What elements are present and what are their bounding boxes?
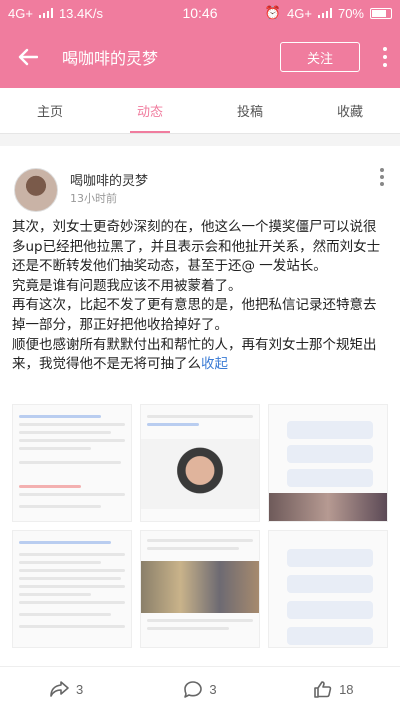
tab-submissions[interactable]: 投稿 <box>200 88 300 133</box>
more-options-icon[interactable] <box>370 47 400 67</box>
comment-count: 3 <box>209 681 217 697</box>
avatar[interactable] <box>14 168 58 212</box>
clock: 10:46 <box>182 5 218 21</box>
image-grid <box>12 404 388 648</box>
share-button[interactable]: 3 <box>0 667 133 711</box>
like-count: 18 <box>339 681 354 697</box>
post-image-2[interactable] <box>140 404 260 522</box>
follow-button[interactable]: 关注 <box>280 42 360 72</box>
post-paragraph: 究竟是谁有问题我应该不用被蒙着了。 <box>12 277 242 294</box>
share-count: 3 <box>76 681 84 697</box>
post-body: 其次，刘女士更奇妙深刻的在，他这么一个摸奖僵尸可以说很多up已经把他拉黑了，并且… <box>12 218 388 375</box>
tab-home[interactable]: 主页 <box>0 88 100 133</box>
action-bar: 3 3 18 <box>0 666 400 711</box>
post-image-3[interactable] <box>268 404 388 522</box>
alarm-icon: ⏰ <box>264 5 282 20</box>
tab-favorites[interactable]: 收藏 <box>300 88 400 133</box>
network-speed: 13.4K/s <box>58 5 104 21</box>
network-label: 4G+ <box>8 5 33 21</box>
arrow-left-icon <box>18 48 38 66</box>
post-more-icon[interactable] <box>380 168 384 186</box>
battery-icon <box>370 7 392 19</box>
tab-dynamics[interactable]: 动态 <box>100 88 200 133</box>
post-card: 喝咖啡的灵梦 13小时前 其次，刘女士更奇妙深刻的在，他这么一个摸奖僵尸可以说很… <box>0 146 400 666</box>
back-button[interactable] <box>0 48 56 66</box>
tab-bar: 主页 动态 投稿 收藏 <box>0 88 400 134</box>
post-author[interactable]: 喝咖啡的灵梦 <box>70 170 148 189</box>
post-paragraph-last: 顺便也感谢所有默默付出和帮忙的人，再有刘女士那个规矩出来，我觉得他不是无将可抽了… <box>12 336 377 373</box>
page-title: 喝咖啡的灵梦 <box>62 49 159 68</box>
post-time: 13小时前 <box>70 192 117 205</box>
post-paragraph: 再有这次，比起不发了更有意思的是，他把私信记录还特意去掉一部分，那正好把他收拾掉… <box>12 297 377 333</box>
status-bar: 4G+ 13.4K/s 10:46 ⏰ 4G+ 70% <box>0 0 400 26</box>
post-image-1[interactable] <box>12 404 132 522</box>
post-paragraph: 其次，刘女士更奇妙深刻的在，他这么一个摸奖僵尸可以说很多up已经把他拉黑了，并且… <box>12 219 381 275</box>
signal-icon-right <box>317 8 332 18</box>
post-image-4[interactable] <box>12 530 132 648</box>
thumbs-up-icon <box>314 681 332 698</box>
battery-percent: 70% <box>337 5 364 21</box>
like-button[interactable]: 18 <box>267 667 400 711</box>
signal-icon <box>38 8 53 18</box>
share-icon <box>50 681 69 697</box>
app-bar: 喝咖啡的灵梦 关注 <box>0 26 400 88</box>
post-image-5[interactable] <box>140 530 260 648</box>
collapse-link[interactable]: 收起 <box>201 356 228 372</box>
comment-icon <box>184 681 203 698</box>
comment-button[interactable]: 3 <box>133 667 266 711</box>
network-label-right: 4G+ <box>287 5 312 21</box>
post-image-6[interactable] <box>268 530 388 648</box>
